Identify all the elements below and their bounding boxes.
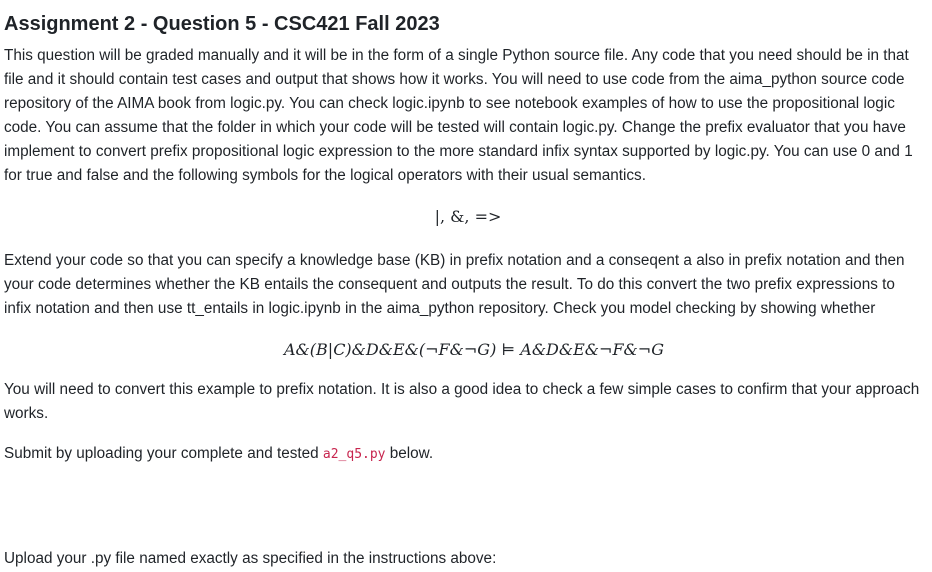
- submission-instruction: Submit by uploading your complete and te…: [4, 442, 926, 467]
- page-title: Assignment 2 - Question 5 - CSC421 Fall …: [4, 13, 440, 35]
- instructions-paragraph-2: Extend your code so that you can specify…: [4, 252, 905, 317]
- assignment-page: Assignment 2 - Question 5 - CSC421 Fall …: [0, 0, 932, 572]
- instructions-paragraph-3: You will need to convert this example to…: [4, 381, 920, 422]
- instructions-paragraph-1: This question will be graded manually an…: [4, 47, 913, 184]
- operators-formula: |, &, =>: [434, 207, 502, 226]
- submission-text-prefix: Submit by uploading your complete and te…: [4, 445, 323, 462]
- entailment-formula: A&(B|C)&D&E&(¬F&¬G) ⊨ A&D&E&¬F&¬G: [284, 340, 664, 359]
- submission-text-suffix: below.: [385, 445, 434, 462]
- filename-code: a2_q5.py: [322, 447, 386, 462]
- upload-instruction: Upload your .py file named exactly as sp…: [4, 550, 497, 567]
